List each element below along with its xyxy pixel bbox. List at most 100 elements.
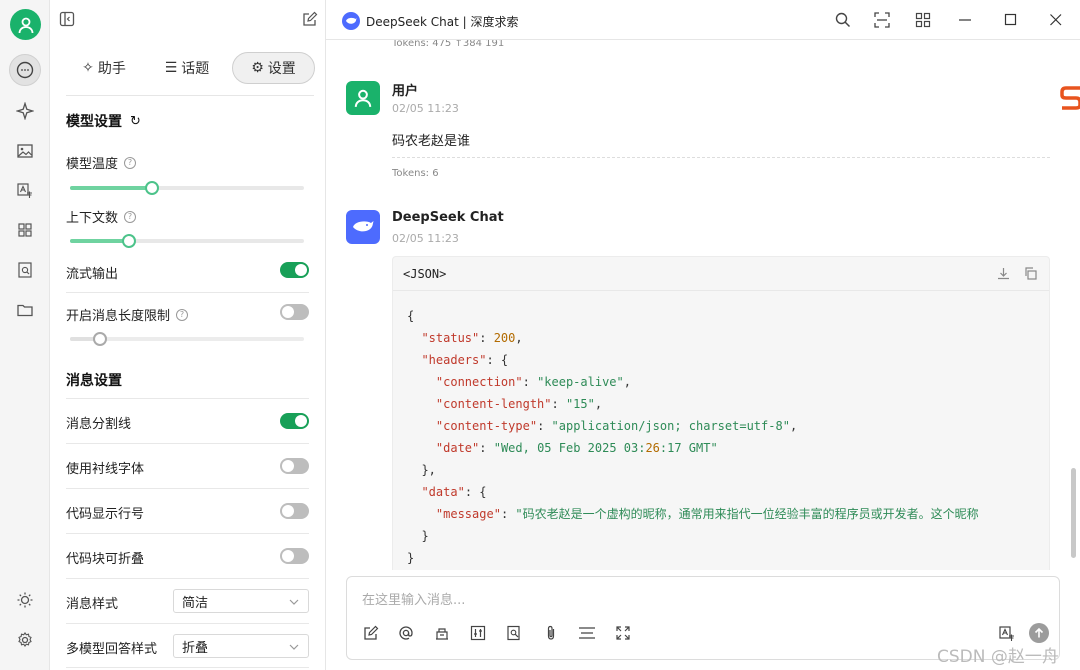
download-icon[interactable] bbox=[996, 266, 1011, 285]
length-limit-slider[interactable] bbox=[70, 332, 304, 346]
user-icon bbox=[354, 89, 372, 107]
slider-knob[interactable] bbox=[144, 181, 159, 195]
chevron-down-icon bbox=[289, 596, 299, 611]
multi-model-style-label: 多模型回答样式 bbox=[66, 642, 158, 657]
translate-icon[interactable] bbox=[9, 175, 41, 207]
window-title: DeepSeek Chat | 深度求索 bbox=[342, 12, 519, 30]
new-chat-edit-icon[interactable] bbox=[302, 11, 318, 31]
serif-font-toggle[interactable] bbox=[280, 458, 309, 474]
chat-area: Tokens: 475 ↑384 191 用户 02/05 11:23 码农老赵… bbox=[326, 40, 1070, 570]
code-collapsible-toggle[interactable] bbox=[280, 548, 309, 564]
watermark-text: CSDN @赵一舟 bbox=[937, 647, 1059, 667]
slider-fill bbox=[70, 186, 152, 190]
folder-icon[interactable] bbox=[9, 294, 41, 326]
close-icon[interactable] bbox=[1049, 12, 1063, 32]
left-rail bbox=[0, 0, 50, 670]
app-window: ✧ 助手 ☰ 话题 ⚙ 设置 模型设置 ↻ 模型温度 ? 上下文数 ? 流式输出… bbox=[0, 0, 1080, 670]
message-input-placeholder[interactable]: 在这里输入消息... bbox=[362, 589, 465, 608]
assistant-sparkle-icon[interactable] bbox=[9, 95, 41, 127]
tab-topics-label: 话题 bbox=[181, 61, 210, 77]
code-line-numbers-toggle[interactable] bbox=[280, 503, 309, 519]
chevron-down-icon bbox=[289, 641, 299, 656]
context-label-text: 上下文数 bbox=[66, 211, 119, 226]
layout-grid-icon[interactable] bbox=[915, 12, 931, 32]
length-limit-label: 开启消息长度限制 ? bbox=[66, 305, 189, 324]
chat-scrollbar[interactable] bbox=[1071, 468, 1076, 558]
sun-theme-icon[interactable] bbox=[9, 584, 41, 616]
reset-icon[interactable]: ↻ bbox=[130, 114, 141, 129]
user-avatar[interactable] bbox=[10, 9, 41, 40]
deepseek-logo-icon bbox=[342, 12, 360, 30]
search-icon[interactable] bbox=[835, 12, 851, 32]
divider bbox=[66, 667, 309, 668]
tab-assistant[interactable]: ✧ 助手 bbox=[70, 52, 138, 84]
maximize-icon[interactable] bbox=[1004, 12, 1018, 32]
help-icon[interactable]: ? bbox=[124, 156, 137, 169]
sidebar-toggle-icon[interactable] bbox=[59, 11, 75, 31]
code-block-header: <JSON> bbox=[393, 257, 1049, 291]
divider bbox=[66, 398, 309, 399]
tab-settings[interactable]: ⚙ 设置 bbox=[232, 52, 315, 84]
copy-icon[interactable] bbox=[1023, 266, 1038, 285]
bot-message-time: 02/05 11:23 bbox=[392, 232, 459, 245]
model-settings-title-text: 模型设置 bbox=[66, 114, 122, 130]
settings-panel: ✧ 助手 ☰ 话题 ⚙ 设置 模型设置 ↻ 模型温度 ? 上下文数 ? 流式输出… bbox=[50, 0, 326, 670]
multi-model-style-select[interactable]: 折叠 bbox=[173, 634, 309, 658]
panel-toolbar bbox=[50, 0, 326, 40]
mention-at-icon[interactable] bbox=[398, 625, 414, 645]
slider-knob[interactable] bbox=[93, 332, 108, 346]
divider bbox=[66, 443, 309, 444]
tab-topics[interactable]: ☰ 话题 bbox=[152, 52, 222, 84]
slider-fill bbox=[70, 239, 129, 243]
user-message-tokens: Tokens: 6 bbox=[392, 168, 439, 179]
divider bbox=[66, 292, 309, 293]
code-line-numbers-label: 代码显示行号 bbox=[66, 507, 145, 522]
user-message-time: 02/05 11:23 bbox=[392, 102, 459, 115]
message-divider-toggle[interactable] bbox=[280, 413, 309, 429]
apps-grid-icon[interactable] bbox=[9, 214, 41, 246]
panel-tabs: ✧ 助手 ☰ 话题 ⚙ 设置 bbox=[66, 48, 315, 96]
stream-output-label: 流式输出 bbox=[66, 267, 119, 282]
code-language-label: <JSON> bbox=[403, 267, 447, 281]
sparkle-icon: ✧ bbox=[82, 60, 94, 76]
length-limit-toggle[interactable] bbox=[280, 304, 309, 320]
message-style-label: 消息样式 bbox=[66, 597, 119, 612]
help-icon[interactable]: ? bbox=[176, 308, 189, 321]
model-settings-title: 模型设置 ↻ bbox=[66, 111, 141, 131]
temperature-label-text: 模型温度 bbox=[66, 157, 119, 172]
user-message-avatar bbox=[346, 81, 380, 115]
multi-model-style-value: 折叠 bbox=[182, 640, 209, 656]
message-style-select[interactable]: 简洁 bbox=[173, 589, 309, 613]
fullscreen-icon[interactable] bbox=[615, 625, 631, 645]
divider bbox=[66, 623, 309, 624]
message-divider bbox=[392, 157, 1050, 158]
image-icon[interactable] bbox=[9, 135, 41, 167]
edit-icon[interactable] bbox=[363, 625, 379, 645]
temperature-label: 模型温度 ? bbox=[66, 153, 137, 172]
stream-output-toggle[interactable] bbox=[280, 262, 309, 278]
divider bbox=[66, 578, 309, 579]
deepseek-whale-icon bbox=[353, 221, 374, 232]
divider-line-icon[interactable] bbox=[578, 625, 596, 645]
file-search-icon[interactable] bbox=[9, 254, 41, 286]
file-search-icon[interactable] bbox=[506, 625, 522, 645]
knowledge-base-icon[interactable] bbox=[434, 625, 450, 645]
context-label: 上下文数 ? bbox=[66, 207, 137, 226]
attachment-icon[interactable] bbox=[543, 625, 559, 645]
code-content: { "status": 200, "headers": { "connectio… bbox=[407, 309, 979, 565]
parameters-icon[interactable] bbox=[470, 625, 486, 645]
context-slider[interactable] bbox=[70, 234, 304, 248]
code-collapsible-label: 代码块可折叠 bbox=[66, 552, 145, 567]
title-bar: DeepSeek Chat | 深度求索 bbox=[326, 0, 1080, 40]
chat-icon[interactable] bbox=[9, 54, 41, 86]
settings-gear-icon[interactable] bbox=[9, 624, 41, 656]
temperature-slider[interactable] bbox=[70, 181, 304, 195]
send-button[interactable] bbox=[1029, 623, 1049, 643]
help-icon[interactable]: ? bbox=[124, 210, 137, 223]
minimize-icon[interactable] bbox=[958, 12, 972, 32]
scan-icon[interactable] bbox=[874, 12, 890, 32]
gear-icon: ⚙ bbox=[251, 60, 264, 76]
slider-knob[interactable] bbox=[121, 234, 136, 248]
user-message-name: 用户 bbox=[392, 84, 419, 99]
message-settings-title: 消息设置 bbox=[66, 370, 122, 390]
